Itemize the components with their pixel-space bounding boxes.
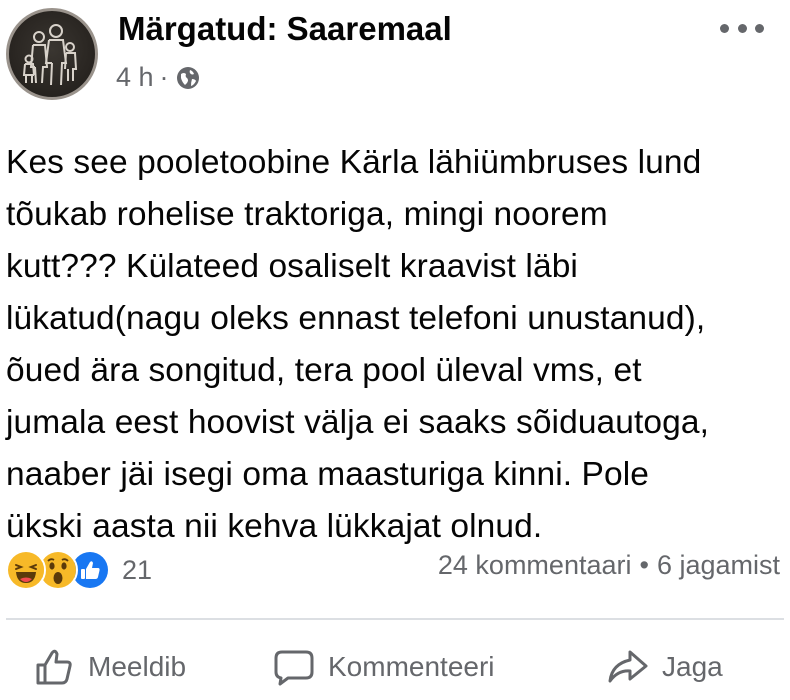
post-text-line: tõukab rohelise traktoriga, mingi noorem xyxy=(6,196,608,233)
thumbs-up-icon xyxy=(34,646,76,688)
facebook-post: Märgatud: Saaremaal 4 h · Kes see poolet… xyxy=(0,0,790,686)
post-meta: 4 h · xyxy=(116,62,201,93)
post-text: Kes see pooletoobine Kärla lähiümbruses … xyxy=(6,137,786,553)
comment-icon xyxy=(272,646,316,688)
comment-button[interactable]: Kommenteeri xyxy=(272,646,495,688)
reactions-summary[interactable]: 21 xyxy=(6,548,152,592)
post-text-line: Kes see pooletoobine Kärla lähiümbruses … xyxy=(6,144,702,181)
share-label: Jaga xyxy=(662,651,723,682)
group-name[interactable]: Märgatud: Saaremaal xyxy=(118,10,452,48)
share-button[interactable]: Jaga xyxy=(606,646,723,688)
post-text-line: lükatud(nagu oleks ennast telefoni unust… xyxy=(6,300,706,337)
reaction-count: 21 xyxy=(122,554,153,585)
share-count[interactable]: 6 jagamist xyxy=(657,550,780,581)
post-text-line: kutt??? Külateed osaliselt kraavist läbi xyxy=(6,248,578,285)
post-text-line: ükski aasta nii kehva lükkajat olnud. xyxy=(6,508,543,545)
post-text-line: naaber jäi isegi oma maasturiga kinni. P… xyxy=(6,456,650,493)
post-time[interactable]: 4 h xyxy=(116,62,154,93)
family-silhouette-icon xyxy=(22,24,78,86)
post-text-line: õued ära songitud, tera pool üleval vms,… xyxy=(6,352,642,389)
post-text-line: jumala eest hoovist välja ei saaks sõidu… xyxy=(6,404,710,441)
action-bar: Meeldib Kommenteeri Jaga xyxy=(0,640,790,700)
more-options-icon[interactable] xyxy=(720,18,764,38)
like-button[interactable]: Meeldib xyxy=(34,646,186,688)
comment-label: Kommenteeri xyxy=(328,651,495,682)
like-label: Meeldib xyxy=(88,651,187,682)
haha-reaction-icon xyxy=(6,550,46,590)
globe-icon xyxy=(175,65,201,91)
divider xyxy=(6,618,784,620)
meta-separator: · xyxy=(159,62,169,92)
post-stats: 24 kommentaari • 6 jagamist xyxy=(438,550,780,581)
stats-bullet: • xyxy=(639,550,649,580)
group-avatar[interactable] xyxy=(6,8,98,100)
share-arrow-icon xyxy=(606,646,650,688)
comment-count[interactable]: 24 kommentaari xyxy=(438,550,632,581)
